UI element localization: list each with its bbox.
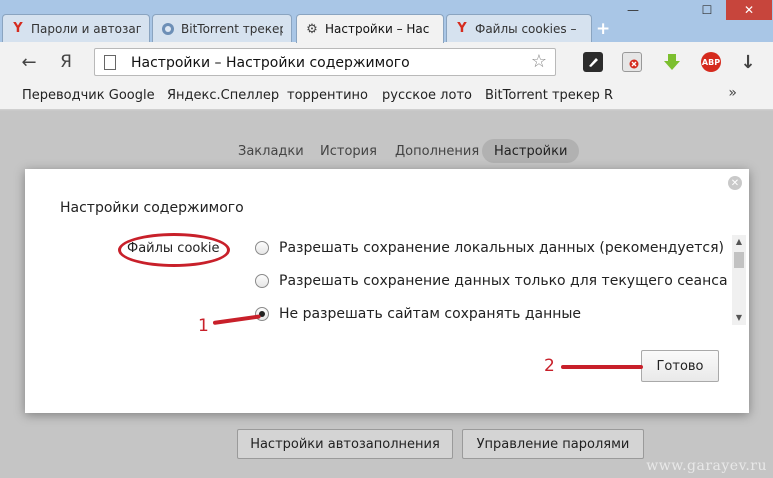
- annotation-number-1: 1: [198, 316, 209, 336]
- annotation-arrow-2: [561, 365, 643, 369]
- scroll-up-arrow-icon[interactable]: ▲: [732, 235, 746, 247]
- annotation-ellipse: [118, 233, 230, 267]
- scroll-thumb[interactable]: [734, 252, 744, 268]
- downloads-icon[interactable]: ↓: [738, 52, 758, 73]
- bookmarks-bar: Переводчик Google Яндекс.Спеллер торрент…: [0, 82, 773, 110]
- adblock-plus-icon[interactable]: ABP: [701, 52, 721, 72]
- bookmark-item[interactable]: торрентино: [287, 88, 368, 103]
- tab-title: Пароли и автозап: [31, 21, 141, 36]
- tab-settings[interactable]: ⚙ Настройки – Нас: [296, 14, 444, 43]
- minimize-button[interactable]: —: [618, 0, 648, 20]
- dialog-title: Настройки содержимого: [60, 200, 244, 216]
- done-button[interactable]: Готово: [641, 350, 719, 382]
- yandex-icon: Y: [457, 21, 467, 36]
- bookmark-item[interactable]: BitTorrent трекер Ru: [485, 88, 613, 103]
- nav-tab-bookmarks[interactable]: Закладки: [226, 139, 316, 163]
- nav-tab-history[interactable]: История: [308, 139, 389, 163]
- manage-passwords-button[interactable]: Управление паролями: [462, 429, 644, 459]
- tab-title: Файлы cookies –: [475, 21, 577, 36]
- radio-label: Разрешать сохранение данных только для т…: [279, 273, 728, 289]
- torrent-icon: [161, 22, 175, 36]
- yandex-icon: Y: [13, 21, 23, 36]
- radio-block-data[interactable]: Не разрешать сайтам сохранять данные: [255, 306, 581, 322]
- address-text: Настройки – Настройки содержимого: [131, 55, 410, 71]
- watermark: www.garayev.ru: [646, 458, 767, 474]
- toolbar: ← Я Настройки – Настройки содержимого ☆ …: [0, 42, 773, 82]
- address-bar[interactable]: Настройки – Настройки содержимого ☆: [94, 48, 556, 76]
- pen-extension-icon[interactable]: [583, 52, 603, 72]
- page-icon: [104, 55, 116, 70]
- yandex-logo-button[interactable]: Я: [55, 51, 77, 73]
- tab-title: Настройки – Нас: [325, 22, 430, 36]
- radio-session-only[interactable]: Разрешать сохранение данных только для т…: [255, 273, 728, 289]
- back-button[interactable]: ←: [18, 51, 40, 73]
- radio-button[interactable]: [255, 241, 269, 255]
- tab-bittorrent[interactable]: BitTorrent трекер: [152, 14, 292, 42]
- download-arrow-extension-icon[interactable]: [662, 52, 682, 72]
- bookmark-item[interactable]: русское лото: [382, 88, 472, 103]
- radio-label: Разрешать сохранение локальных данных (р…: [279, 240, 724, 256]
- nav-tab-settings[interactable]: Настройки: [482, 139, 580, 163]
- tab-cookies[interactable]: Y Файлы cookies –: [446, 14, 592, 42]
- maximize-button[interactable]: ☐: [692, 0, 722, 20]
- new-tab-button[interactable]: +: [596, 19, 610, 39]
- close-icon[interactable]: ✕: [728, 176, 742, 190]
- scroll-down-arrow-icon[interactable]: ▼: [732, 311, 746, 323]
- close-button[interactable]: ✕: [726, 0, 772, 20]
- tab-passwords[interactable]: Y Пароли и автозап: [2, 14, 150, 42]
- scrollbar[interactable]: ▲ ▼: [732, 235, 746, 325]
- content-settings-dialog: ✕ Настройки содержимого Файлы cookie Раз…: [25, 169, 749, 413]
- gear-icon: ⚙: [306, 21, 318, 37]
- blocked-page-extension-icon[interactable]: [622, 52, 642, 72]
- autofill-settings-button[interactable]: Настройки автозаполнения: [237, 429, 453, 459]
- bookmark-star-icon[interactable]: ☆: [531, 51, 547, 72]
- annotation-number-2: 2: [544, 356, 555, 376]
- bookmarks-more-chevron-icon[interactable]: »: [728, 85, 737, 101]
- tab-title: BitTorrent трекер: [181, 21, 283, 36]
- nav-tab-extensions[interactable]: Дополнения: [383, 139, 491, 163]
- title-bar: Y Пароли и автозап BitTorrent трекер ⚙ Н…: [0, 0, 773, 43]
- radio-allow-local-data[interactable]: Разрешать сохранение локальных данных (р…: [255, 240, 724, 256]
- bookmark-item[interactable]: Яндекс.Спеллер: [167, 88, 279, 103]
- radio-button[interactable]: [255, 274, 269, 288]
- bookmark-item[interactable]: Переводчик Google: [22, 88, 155, 103]
- radio-label: Не разрешать сайтам сохранять данные: [279, 306, 582, 322]
- window-controls: — ☐ ✕: [618, 0, 772, 20]
